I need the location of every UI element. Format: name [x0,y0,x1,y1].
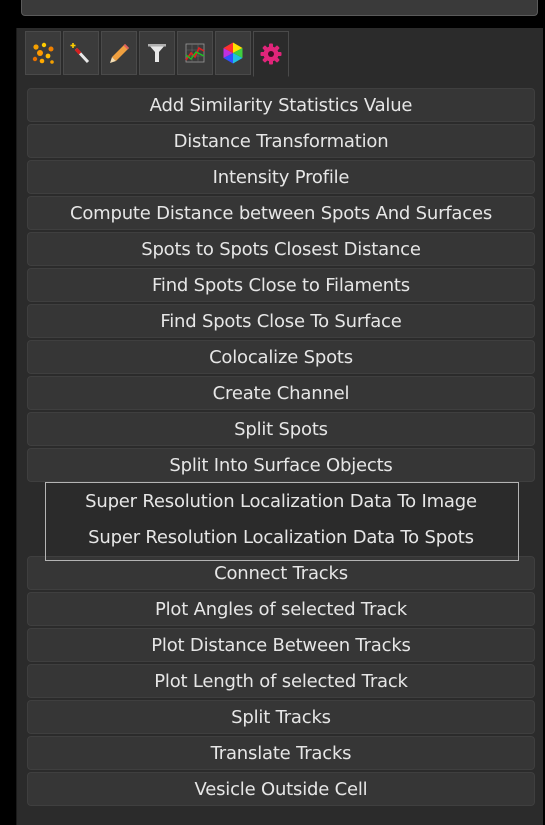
tool-plot-distance-between-tracks[interactable]: Plot Distance Between Tracks [27,628,535,662]
tab-tools[interactable] [253,31,289,77]
statistics-chart-icon [185,43,205,63]
tool-find-spots-close-to-surface[interactable]: Find Spots Close To Surface [27,304,535,338]
tab-filter[interactable] [139,31,175,75]
tool-super-resolution-to-spots[interactable]: Super Resolution Localization Data To Sp… [27,520,535,554]
tool-connect-tracks[interactable]: Connect Tracks [27,556,535,590]
tool-tab-bar [25,31,289,77]
tool-create-channel[interactable]: Create Channel [27,376,535,410]
tool-distance-transformation[interactable]: Distance Transformation [27,124,535,158]
tool-colocalize-spots[interactable]: Colocalize Spots [27,340,535,374]
tool-super-resolution-to-image[interactable]: Super Resolution Localization Data To Im… [27,484,535,518]
tool-vesicle-outside-cell[interactable]: Vesicle Outside Cell [27,772,535,806]
tool-translate-tracks[interactable]: Translate Tracks [27,736,535,770]
tools-list: Add Similarity Statistics Value Distance… [27,88,535,808]
pencil-icon [110,44,129,63]
tab-color[interactable] [215,31,251,75]
tool-split-tracks[interactable]: Split Tracks [27,700,535,734]
tab-edit[interactable] [101,31,137,75]
magic-wand-icon [70,43,90,64]
tab-spots[interactable] [25,31,61,75]
tool-plot-length-selected-track[interactable]: Plot Length of selected Track [27,664,535,698]
tool-spots-to-spots-closest-distance[interactable]: Spots to Spots Closest Distance [27,232,535,266]
tool-add-similarity-statistics-value[interactable]: Add Similarity Statistics Value [27,88,535,122]
top-scroll-bar [21,0,538,16]
spots-icon [32,42,54,64]
tool-compute-distance-spots-surfaces[interactable]: Compute Distance between Spots And Surfa… [27,196,535,230]
tool-split-into-surface-objects[interactable]: Split Into Surface Objects [27,448,535,482]
tool-find-spots-close-to-filaments[interactable]: Find Spots Close to Filaments [27,268,535,302]
tab-creation-wizard[interactable] [63,31,99,75]
tab-statistics[interactable] [177,31,213,75]
color-hexagon-icon [223,42,243,64]
tool-intensity-profile[interactable]: Intensity Profile [27,160,535,194]
extensions-window: Add Similarity Statistics Value Distance… [0,0,545,825]
tool-plot-angles-selected-track[interactable]: Plot Angles of selected Track [27,592,535,626]
tool-split-spots[interactable]: Split Spots [27,412,535,446]
gear-icon [260,43,282,65]
filter-icon [148,44,166,62]
